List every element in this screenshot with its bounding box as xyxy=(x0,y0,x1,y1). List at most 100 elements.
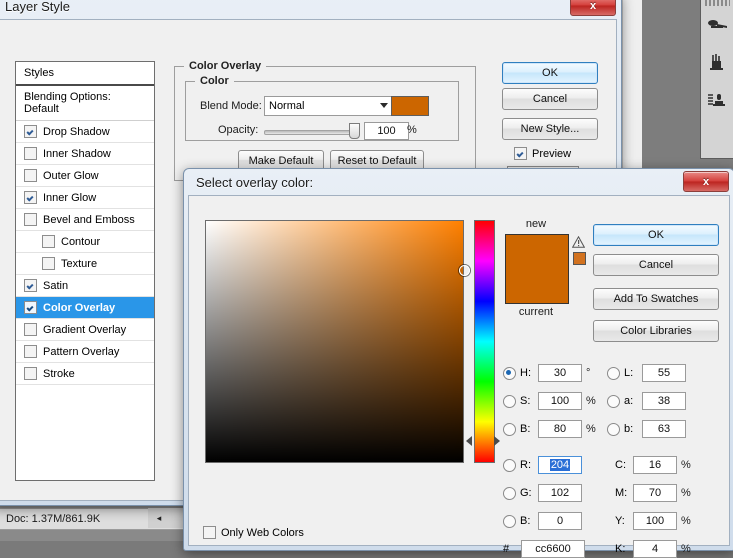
field-row-green[interactable]: G: 102 xyxy=(503,484,582,502)
radio-saturation[interactable] xyxy=(503,394,516,408)
checkbox-satin[interactable] xyxy=(24,279,37,292)
field-row-blue[interactable]: B: 0 xyxy=(503,512,582,530)
opacity-slider-knob[interactable] xyxy=(349,123,360,139)
radio-lightness[interactable] xyxy=(607,366,620,380)
style-row-outer-glow[interactable]: Outer Glow xyxy=(16,165,154,187)
checkbox-inner-shadow[interactable] xyxy=(24,147,37,160)
color-libraries-button[interactable]: Color Libraries xyxy=(593,320,719,342)
checkbox-pattern-overlay[interactable] xyxy=(24,345,37,358)
add-to-swatches-button[interactable]: Add To Swatches xyxy=(593,288,719,310)
paint-bucket-icon[interactable] xyxy=(701,44,733,82)
style-label: Color Overlay xyxy=(43,301,116,314)
field-row-yellow[interactable]: Y: 100 % xyxy=(615,512,691,530)
picker-cancel-button[interactable]: Cancel xyxy=(593,254,719,276)
style-row-texture[interactable]: Texture xyxy=(16,253,154,275)
color-selector-ring[interactable] xyxy=(458,264,470,276)
opacity-input[interactable]: 100 xyxy=(364,122,409,140)
radio-lab-b[interactable] xyxy=(607,422,620,436)
brightness-input[interactable]: 80 xyxy=(538,420,582,438)
field-row-lab-a[interactable]: a: 38 xyxy=(607,392,686,410)
style-row-pattern-overlay[interactable]: Pattern Overlay xyxy=(16,341,154,363)
saturation-value-field[interactable] xyxy=(205,220,470,463)
new-color-swatch[interactable] xyxy=(506,235,568,303)
lightness-input[interactable]: 55 xyxy=(642,364,686,382)
hue-slider[interactable] xyxy=(474,220,495,463)
field-row-lightness[interactable]: L: 55 xyxy=(607,364,686,382)
checkbox-contour[interactable] xyxy=(42,235,55,248)
field-row-lab-b[interactable]: b: 63 xyxy=(607,420,686,438)
hue-slider-marker-right-icon[interactable] xyxy=(494,435,500,446)
radio-red[interactable] xyxy=(503,458,516,472)
checkbox-texture[interactable] xyxy=(42,257,55,270)
checkbox-color-overlay[interactable] xyxy=(24,301,37,314)
style-row-bevel-and-emboss[interactable]: Bevel and Emboss xyxy=(16,209,154,231)
style-row-inner-shadow[interactable]: Inner Shadow xyxy=(16,143,154,165)
checkbox-outer-glow[interactable] xyxy=(24,169,37,182)
checkbox-gradient-overlay[interactable] xyxy=(24,323,37,336)
blue-input[interactable]: 0 xyxy=(538,512,582,530)
field-row-saturation[interactable]: S: 100 % xyxy=(503,392,596,410)
ok-button[interactable]: OK xyxy=(502,62,598,84)
checkbox-preview[interactable] xyxy=(514,147,527,160)
field-row-red[interactable]: R: 204 xyxy=(503,456,582,474)
radio-green[interactable] xyxy=(503,486,516,500)
field-row-magenta[interactable]: M: 70 % xyxy=(615,484,691,502)
overlay-color-swatch[interactable] xyxy=(391,96,429,116)
only-web-colors-row[interactable]: Only Web Colors xyxy=(203,526,304,539)
chevron-down-icon[interactable] xyxy=(380,103,388,108)
blending-options-row[interactable]: Blending Options: Default xyxy=(16,86,154,121)
magenta-input[interactable]: 70 xyxy=(633,484,677,502)
lab-b-input[interactable]: 63 xyxy=(642,420,686,438)
hex-row[interactable]: # cc6600 xyxy=(503,540,585,558)
radio-hue[interactable] xyxy=(503,366,516,380)
style-row-satin[interactable]: Satin xyxy=(16,275,154,297)
checkbox-drop-shadow[interactable] xyxy=(24,125,37,138)
styles-list[interactable]: Styles Blending Options: Default Drop Sh… xyxy=(15,61,155,481)
checkbox-stroke[interactable] xyxy=(24,367,37,380)
style-row-inner-glow[interactable]: Inner Glow xyxy=(16,187,154,209)
saturation-input[interactable]: 100 xyxy=(538,392,582,410)
new-style-button[interactable]: New Style... xyxy=(502,118,598,140)
black-label: K: xyxy=(615,543,626,555)
close-icon[interactable]: x xyxy=(683,171,729,192)
style-row-drop-shadow[interactable]: Drop Shadow xyxy=(16,121,154,143)
field-row-cyan[interactable]: C: 16 % xyxy=(615,456,691,474)
radio-lab-a[interactable] xyxy=(607,394,620,408)
checkbox-only-web-colors[interactable] xyxy=(203,526,216,539)
preview-checkbox-row[interactable]: Preview xyxy=(514,147,571,160)
blend-mode-select[interactable]: Normal xyxy=(264,96,394,116)
green-input[interactable]: 102 xyxy=(538,484,582,502)
hue-slider-marker-left-icon[interactable] xyxy=(466,435,472,446)
opacity-slider-track[interactable] xyxy=(264,130,356,135)
stamp-icon[interactable] xyxy=(701,82,733,120)
style-row-color-overlay[interactable]: Color Overlay xyxy=(16,297,154,319)
field-row-black[interactable]: K: 4 % xyxy=(615,540,691,558)
spoon-brush-icon[interactable] xyxy=(701,6,733,44)
style-row-contour[interactable]: Contour xyxy=(16,231,154,253)
hue-input[interactable]: 30 xyxy=(538,364,582,382)
field-row-hue[interactable]: H: 30 ° xyxy=(503,364,590,382)
out-of-gamut-swatch[interactable] xyxy=(573,252,586,265)
red-input[interactable]: 204 xyxy=(538,456,582,474)
cancel-button[interactable]: Cancel xyxy=(502,88,598,110)
close-icon[interactable]: x xyxy=(570,0,616,16)
checkbox-bevel-and-emboss[interactable] xyxy=(24,213,37,226)
cyan-input[interactable]: 16 xyxy=(633,456,677,474)
doc-size-label: Doc: 1.37M/861.9K xyxy=(6,513,101,525)
color-group: Color Blend Mode: Normal Opacity: 100 % xyxy=(185,75,459,141)
yellow-input[interactable]: 100 xyxy=(633,512,677,530)
radio-brightness[interactable] xyxy=(503,422,516,436)
checkbox-inner-glow[interactable] xyxy=(24,191,37,204)
style-row-stroke[interactable]: Stroke xyxy=(16,363,154,385)
picker-ok-button[interactable]: OK xyxy=(593,224,719,246)
black-input[interactable]: 4 xyxy=(633,540,677,558)
gamut-warning-icon[interactable] xyxy=(572,236,585,248)
field-row-brightness[interactable]: B: 80 % xyxy=(503,420,596,438)
scroll-left-arrow-icon[interactable]: ◂ xyxy=(148,509,170,527)
lab-a-input[interactable]: 38 xyxy=(642,392,686,410)
tool-panel-fragment[interactable] xyxy=(700,0,733,159)
hex-input[interactable]: cc6600 xyxy=(521,540,585,558)
style-row-gradient-overlay[interactable]: Gradient Overlay xyxy=(16,319,154,341)
radio-blue[interactable] xyxy=(503,514,516,528)
color-preview-box[interactable] xyxy=(505,234,569,304)
